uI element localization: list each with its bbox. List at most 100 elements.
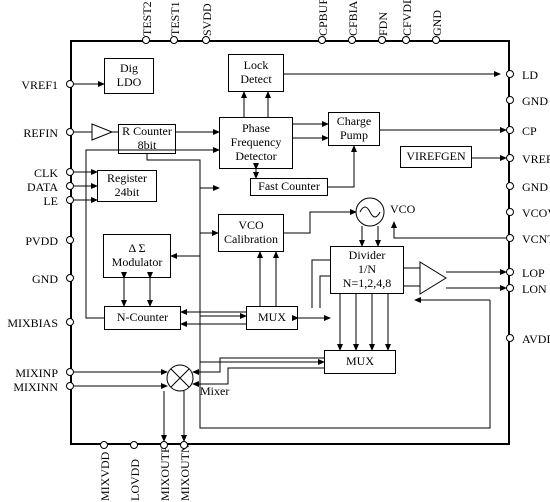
- block-pfd: Phase Frequency Detector: [219, 117, 293, 169]
- pin-data: DATA: [12, 180, 58, 195]
- pad-mixoutn: [180, 441, 188, 449]
- label: 24bit: [115, 186, 140, 200]
- pad-mixinp: [66, 368, 74, 376]
- pin-svdd: SVDD: [200, 0, 215, 36]
- block-mux2: MUX: [324, 350, 396, 374]
- label: VCO: [238, 219, 263, 233]
- pin-lovdd: LOVDD: [128, 453, 143, 501]
- label: Dig: [120, 62, 138, 76]
- pin-vcnt: VCNT: [522, 232, 550, 247]
- pin-gnd-top: GND: [430, 0, 445, 36]
- pin-pvdd: PVDD: [12, 234, 58, 249]
- pad-mixinn: [66, 382, 74, 390]
- pin-cpbufvdd: CPBUFVDD: [316, 0, 331, 36]
- label: VIREFGEN: [406, 150, 465, 164]
- pin-pdn: FDN: [376, 0, 391, 36]
- pin-mixinp: MIXINP: [8, 366, 58, 381]
- block-dig-ldo: Dig LDO: [104, 58, 154, 94]
- block-divider: Divider 1/N N=1,2,4,8: [330, 246, 404, 294]
- pin-cpvdd: CFVDD: [400, 0, 415, 36]
- pin-refin: REFIN: [12, 126, 58, 141]
- block-virefgen: VIREFGEN: [400, 146, 472, 168]
- label: Register: [107, 172, 147, 186]
- pin-vcovdd: VCOVDD: [522, 206, 550, 221]
- label: R Counter: [122, 125, 172, 139]
- pin-mixinn: MIXINN: [8, 380, 58, 395]
- label: Frequency: [231, 136, 282, 150]
- pin-cpbias: CFBIAS: [346, 0, 361, 36]
- pad-pvdd: [66, 236, 74, 244]
- pin-clk: CLK: [12, 166, 58, 181]
- pad-vcovdd: [506, 208, 514, 216]
- pin-mixvdd: MIXVDD: [98, 453, 113, 501]
- vco-label: VCO: [390, 202, 415, 217]
- pin-gnd2: GND: [522, 180, 548, 195]
- block-charge-pump: Charge Pump: [328, 112, 380, 146]
- pad-test1: [170, 36, 178, 44]
- label: Detector: [235, 150, 276, 164]
- pad-data: [66, 182, 74, 190]
- label: LDO: [117, 76, 142, 90]
- label: N=1,2,4,8: [343, 277, 391, 291]
- label: MUX: [258, 311, 286, 325]
- pin-ld: LD: [522, 68, 538, 83]
- pin-test1: TEST1: [168, 0, 183, 36]
- pad-gnd-r1: [506, 96, 514, 104]
- pad-cp: [506, 126, 514, 134]
- pad-mixvdd: [100, 441, 108, 449]
- pad-refin: [66, 128, 74, 136]
- diagram-canvas: Dig LDO R Counter 8bit Lock Detect Phase…: [0, 0, 550, 502]
- pin-gnd1: GND: [522, 94, 548, 109]
- pad-cpbufvdd: [318, 36, 326, 44]
- label: Lock: [244, 59, 269, 73]
- mixer-label: Mixer: [200, 384, 229, 399]
- pad-mixbias: [66, 318, 74, 326]
- pad-gnd-t: [432, 36, 440, 44]
- label: Divider: [349, 249, 386, 263]
- pin-le: LE: [12, 194, 58, 209]
- label: Δ Σ: [128, 242, 145, 256]
- pad-cpvdd: [402, 36, 410, 44]
- pad-cpbias: [348, 36, 356, 44]
- pad-gnd-l: [66, 274, 74, 282]
- pad-lon: [506, 284, 514, 292]
- pin-mixbias: MIXBIAS: [2, 316, 58, 331]
- label: Charge: [337, 115, 371, 129]
- label: 8bit: [138, 139, 157, 153]
- pad-gnd-r2: [506, 182, 514, 190]
- pad-pdn: [378, 36, 386, 44]
- pad-avdd: [506, 334, 514, 342]
- label: N-Counter: [117, 311, 168, 325]
- pad-vcnt: [506, 234, 514, 242]
- pin-cp: CP: [522, 124, 537, 139]
- block-vco-cal: VCO Calibration: [218, 214, 284, 252]
- pad-le: [66, 196, 74, 204]
- pad-lovdd: [130, 441, 138, 449]
- pad-vref2: [506, 154, 514, 162]
- label: Detect: [240, 73, 271, 87]
- pad-clk: [66, 168, 74, 176]
- block-ds-modulator: Δ Σ Modulator: [103, 234, 171, 278]
- block-fast-counter: Fast Counter: [250, 178, 328, 196]
- pin-lop: LOP: [522, 266, 545, 281]
- label: MUX: [346, 355, 374, 369]
- pin-avdd: AVDD: [522, 332, 550, 347]
- pin-lon: LON: [522, 282, 547, 297]
- label: Modulator: [112, 256, 163, 270]
- label: Calibration: [224, 233, 278, 247]
- pad-test2: [142, 36, 150, 44]
- block-mux1: MUX: [246, 306, 298, 330]
- pin-gnd: GND: [12, 272, 58, 287]
- block-r-counter: R Counter 8bit: [118, 124, 176, 154]
- block-lock-detect: Lock Detect: [228, 54, 284, 92]
- pad-lop: [506, 268, 514, 276]
- pin-vref1: VREF1: [12, 78, 58, 93]
- block-n-counter: N-Counter: [104, 306, 181, 330]
- pad-mixoutp: [160, 441, 168, 449]
- label: Phase: [242, 122, 270, 136]
- pin-mixoutn: MIXOUTN: [178, 453, 193, 501]
- label: 1/N: [358, 263, 376, 277]
- label: Fast Counter: [258, 180, 320, 194]
- pad-svdd: [202, 36, 210, 44]
- pin-mixoutp: MIXOUTP: [158, 453, 173, 501]
